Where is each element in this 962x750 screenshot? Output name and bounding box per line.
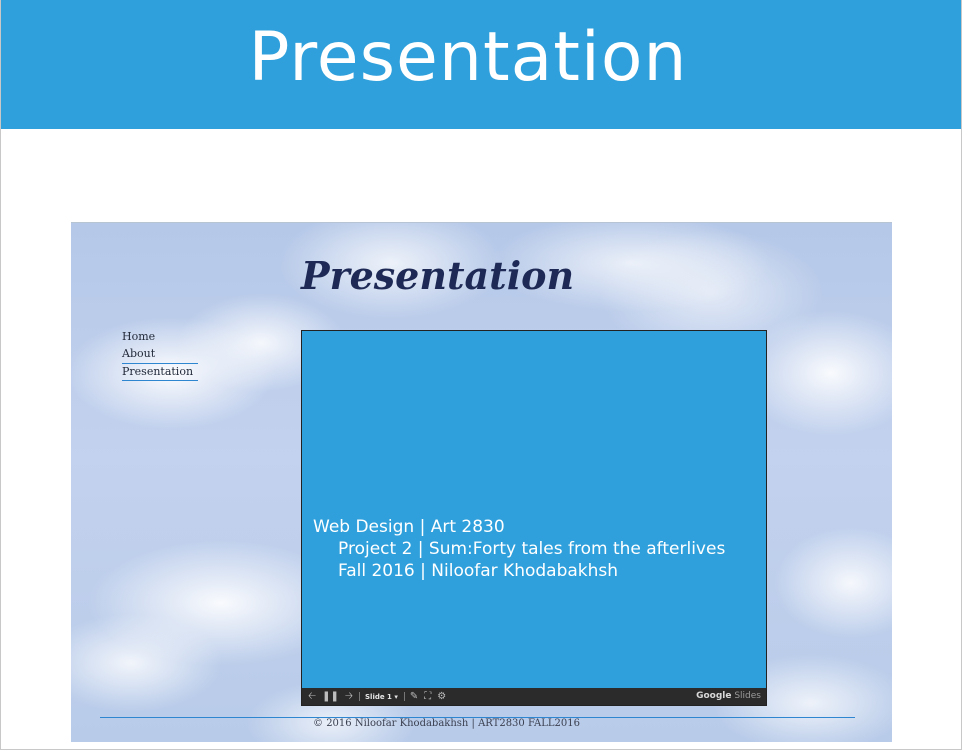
header-band: Presentation: [1, 0, 961, 129]
edit-pencil-icon[interactable]: ✎: [410, 688, 418, 705]
site-nav: Home About Presentation: [122, 329, 198, 381]
nav-presentation-link[interactable]: Presentation: [122, 363, 198, 381]
brand-google: Google: [696, 691, 732, 701]
google-slides-logo[interactable]: Google Slides: [696, 688, 761, 705]
nav-home-link[interactable]: Home: [122, 329, 198, 346]
toolbar-divider: [403, 692, 405, 701]
fullscreen-icon[interactable]: ⛶: [424, 688, 431, 705]
gear-icon[interactable]: ⚙: [437, 688, 446, 705]
nav-about-link[interactable]: About: [122, 346, 198, 363]
slide-title-line: Web Design | Art 2830: [313, 517, 505, 537]
slide-canvas[interactable]: Web Design | Art 2830 Project 2 | Sum:Fo…: [302, 331, 766, 688]
slide-number-dropdown[interactable]: Slide 1 ▾: [365, 693, 398, 701]
slides-toolbar: 🡠 ❚❚ 🡢 Slide 1 ▾ ✎ ⛶ ⚙ Google Slides: [302, 688, 766, 705]
slide-author-line: Fall 2016 | Niloofar Khodabakhsh: [338, 561, 619, 581]
slide-project-line: Project 2 | Sum:Forty tales from the aft…: [338, 539, 726, 559]
google-slides-embed[interactable]: Web Design | Art 2830 Project 2 | Sum:Fo…: [301, 330, 767, 706]
next-arrow-icon[interactable]: 🡢: [345, 688, 353, 705]
site-heading: Presentation: [301, 253, 575, 298]
page-title: Presentation: [248, 18, 688, 97]
brand-slides: Slides: [734, 691, 761, 701]
website-screenshot: Presentation Home About Presentation Web…: [71, 222, 892, 742]
toolbar-divider: [359, 692, 360, 701]
site-footer: © 2016 Niloofar Khodabakhsh | ART2830 FA…: [313, 718, 580, 729]
previous-arrow-icon[interactable]: 🡠: [308, 688, 316, 705]
pause-icon[interactable]: ❚❚: [322, 688, 339, 705]
